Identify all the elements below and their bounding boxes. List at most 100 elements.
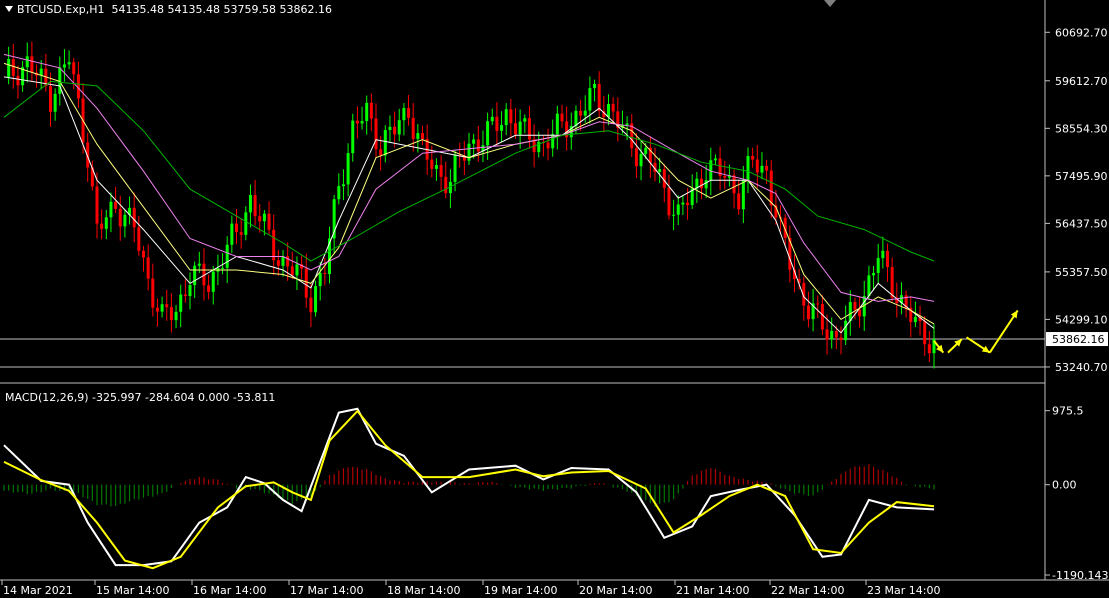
time-tick-label: 22 Mar 14:00	[771, 584, 844, 597]
bull-candle	[67, 62, 71, 65]
bull-candle	[741, 180, 745, 210]
price-tick-label: 53240.70	[1055, 361, 1108, 374]
collapse-triangle-icon[interactable]	[5, 6, 13, 12]
bull-candle	[230, 223, 234, 245]
macd-tick-label: 975.5	[1052, 405, 1084, 418]
bull-candle	[225, 244, 229, 268]
bear-candle	[890, 266, 894, 298]
bear-candle	[132, 207, 136, 228]
bear-candle	[137, 227, 141, 251]
bear-candle	[509, 109, 513, 124]
bear-candle	[634, 148, 638, 167]
bear-candle	[816, 303, 820, 305]
bear-candle	[183, 294, 187, 297]
bear-candle	[820, 304, 824, 330]
bull-candle	[434, 165, 438, 169]
bull-candle	[876, 258, 880, 273]
bull-candle	[346, 153, 350, 185]
bear-candle	[579, 110, 583, 116]
bear-candle	[444, 176, 448, 194]
bull-candle	[867, 275, 871, 297]
trading-chart[interactable]: 60692.70 59612.70 58554.30 57495.90 56437.50…	[0, 0, 1109, 598]
bull-candle	[25, 56, 29, 68]
bull-candle	[341, 184, 345, 187]
bull-candle	[174, 311, 178, 321]
price-tick-label: 57495.90	[1055, 170, 1108, 183]
macd-tick-label: 0.00	[1052, 479, 1077, 492]
bull-candle	[760, 165, 764, 173]
bull-candle	[244, 212, 248, 235]
price-tick-label: 59612.70	[1055, 75, 1108, 88]
bear-candle	[72, 62, 76, 75]
price-tick-label: 60692.70	[1055, 26, 1108, 39]
bear-candle	[169, 307, 173, 321]
bull-candle	[913, 316, 917, 323]
bull-candle	[388, 126, 392, 131]
bull-candle	[402, 108, 406, 121]
bull-candle	[197, 263, 201, 266]
bear-candle	[723, 176, 727, 178]
bear-candle	[546, 142, 550, 149]
bull-candle	[500, 125, 504, 131]
bear-candle	[30, 56, 34, 73]
bear-candle	[393, 126, 397, 135]
bull-candle	[844, 320, 848, 341]
bear-candle	[476, 139, 480, 152]
bull-candle	[644, 147, 648, 154]
bull-candle	[713, 158, 717, 161]
bear-candle	[769, 170, 773, 206]
bear-candle	[114, 201, 118, 209]
bull-candle	[314, 286, 318, 313]
bull-candle	[486, 121, 490, 146]
bull-candle	[160, 304, 164, 312]
symbol-label: BTCUSD.Exp,H1	[17, 3, 105, 16]
bull-candle	[397, 120, 401, 135]
bear-candle	[853, 302, 857, 310]
current-price-label: 53862.16	[1052, 333, 1105, 346]
bull-candle	[104, 217, 108, 229]
bull-candle	[588, 88, 592, 111]
bull-candle	[365, 102, 369, 122]
bear-candle	[923, 321, 927, 345]
bear-candle	[323, 272, 327, 275]
bull-candle	[472, 139, 476, 144]
bear-candle	[751, 155, 755, 160]
bull-candle	[360, 121, 364, 124]
bull-candle	[318, 272, 322, 287]
price-tick-label: 54299.10	[1055, 313, 1108, 326]
bull-candle	[295, 264, 299, 276]
bull-candle	[7, 59, 11, 77]
bull-candle	[872, 272, 876, 276]
bull-candle	[62, 64, 66, 68]
bull-candle	[504, 109, 508, 126]
bear-candle	[253, 195, 257, 217]
bull-candle	[583, 110, 587, 116]
time-tick-label: 21 Mar 14:00	[676, 584, 749, 597]
bear-candle	[495, 116, 499, 131]
bull-candle	[453, 154, 457, 182]
bear-candle	[304, 268, 308, 298]
bear-candle	[560, 113, 564, 122]
bear-candle	[165, 304, 169, 308]
bear-candle	[886, 250, 889, 267]
macd-label: MACD(12,26,9) -325.997 -284.604 0.000 -5…	[5, 391, 276, 404]
bear-candle	[407, 108, 411, 118]
time-tick-label: 14 Mar 2021	[3, 584, 73, 597]
time-tick-label: 23 Mar 14:00	[867, 584, 940, 597]
bull-candle	[523, 118, 527, 122]
time-tick-label: 15 Mar 14:00	[96, 584, 169, 597]
bear-candle	[151, 278, 155, 308]
bear-candle	[100, 223, 104, 229]
bull-candle	[383, 130, 387, 156]
bull-candle	[746, 155, 750, 181]
time-tick-label: 17 Mar 14:00	[290, 584, 363, 597]
bear-candle	[11, 59, 15, 76]
bull-candle	[639, 153, 643, 167]
bull-candle	[593, 84, 597, 89]
bear-candle	[155, 307, 159, 312]
bear-candle	[146, 257, 150, 279]
bear-candle	[858, 309, 862, 317]
bear-candle	[421, 133, 424, 139]
bear-candle	[737, 193, 741, 210]
bull-candle	[658, 169, 662, 172]
